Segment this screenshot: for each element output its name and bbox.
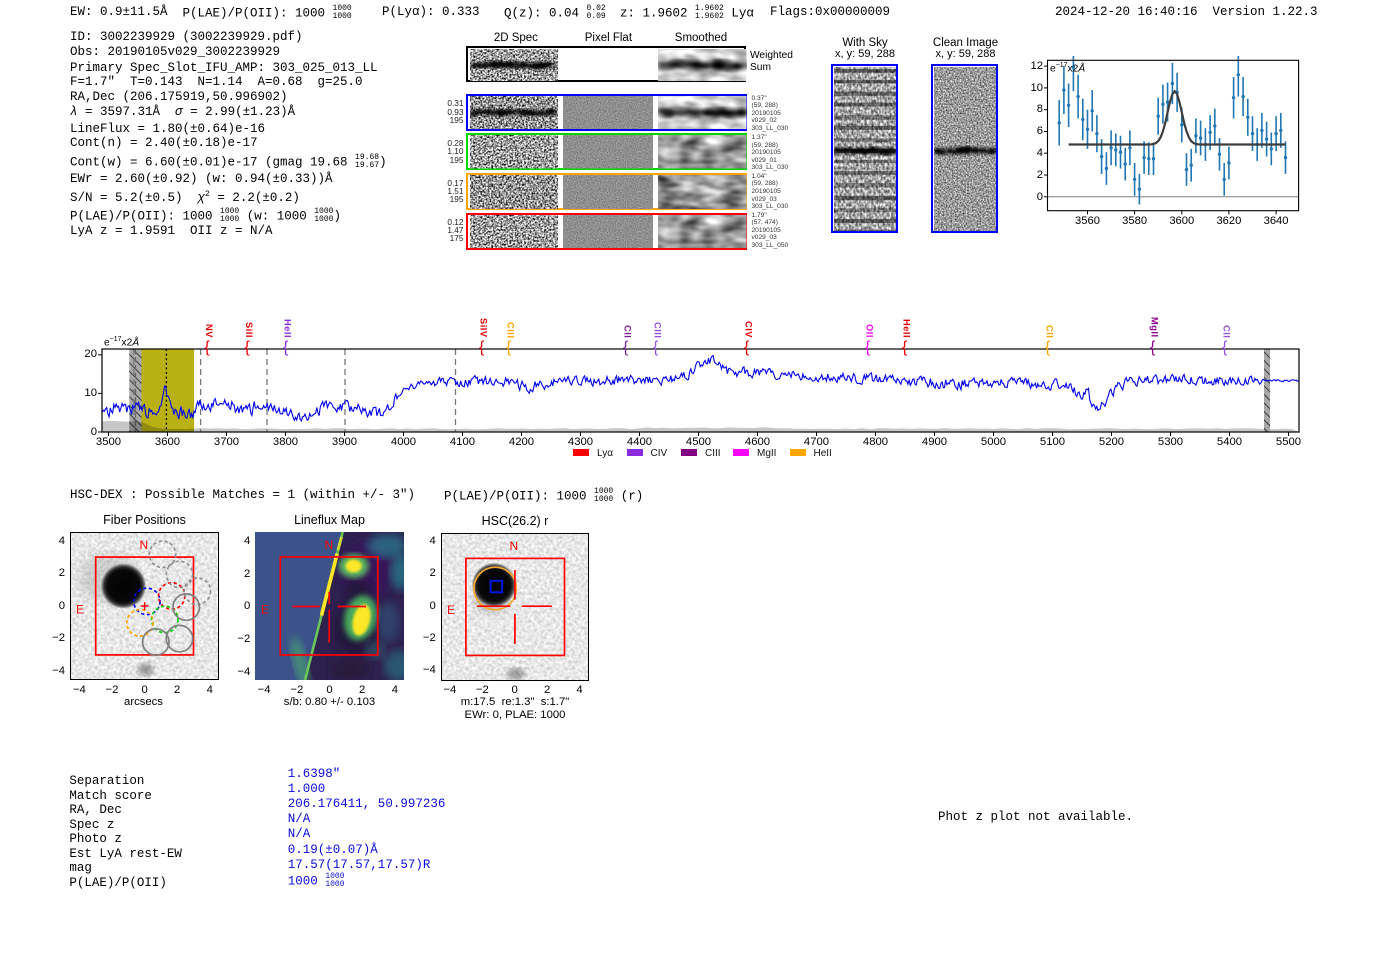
svg-text:N: N (140, 538, 149, 552)
svg-text:E: E (261, 603, 269, 617)
svg-text:N: N (509, 539, 518, 553)
svg-text:E: E (447, 603, 455, 617)
svg-text:N: N (325, 538, 334, 552)
svg-text:E: E (76, 603, 84, 617)
